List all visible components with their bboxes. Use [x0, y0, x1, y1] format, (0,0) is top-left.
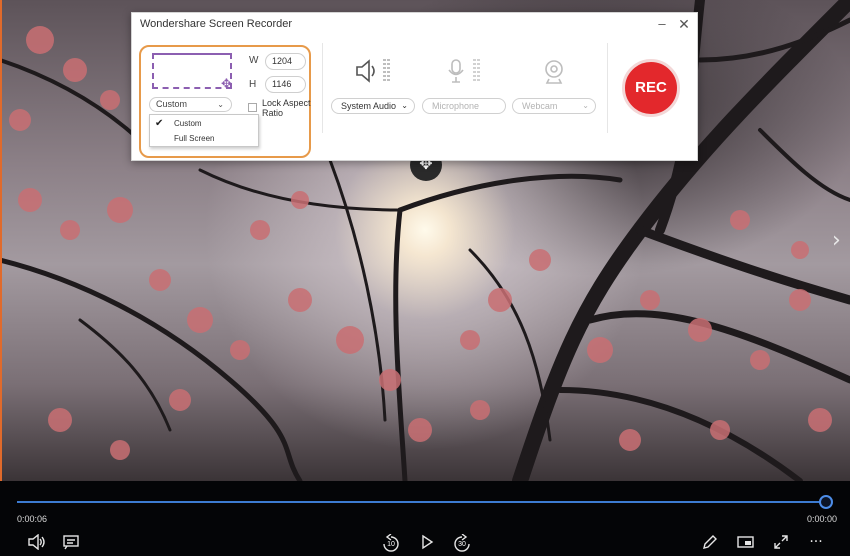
- microphone-icon[interactable]: [444, 57, 484, 85]
- menu-item-label: Full Screen: [174, 134, 215, 143]
- player-bar: 0:00:06 0:00:00 10 30 ···: [0, 481, 850, 556]
- microphone-label: Microphone: [432, 101, 480, 111]
- remaining-time: 0:00:00: [807, 514, 838, 524]
- microphone-select[interactable]: Microphone: [422, 98, 506, 114]
- title-bar: Wondershare Screen Recorder – ✕: [132, 13, 697, 37]
- webcam-icon[interactable]: [542, 57, 582, 85]
- height-field[interactable]: 1146: [265, 76, 306, 93]
- window-title: Wondershare Screen Recorder: [140, 18, 293, 30]
- pencil-icon[interactable]: [702, 534, 718, 550]
- divider: [322, 43, 323, 133]
- height-label: H: [249, 79, 257, 90]
- menu-item-label: Custom: [174, 119, 202, 128]
- chevron-down-icon: ⌄: [217, 100, 224, 109]
- left-edge-accent: [0, 0, 2, 481]
- menu-item-custom[interactable]: ✔ Custom: [150, 116, 258, 131]
- system-audio-label: System Audio: [341, 101, 397, 111]
- picture-in-picture-icon[interactable]: [737, 534, 754, 550]
- minimize-icon[interactable]: –: [654, 16, 670, 32]
- skip-forward-seconds: 30: [458, 541, 466, 548]
- fullscreen-icon[interactable]: [773, 534, 789, 550]
- lock-aspect-label: Lock Aspect Ratio: [262, 98, 311, 118]
- capture-mode-select[interactable]: Custom ⌄: [149, 97, 232, 112]
- captions-icon[interactable]: [62, 534, 80, 550]
- width-label: W: [249, 55, 259, 66]
- progress-bar[interactable]: [17, 501, 827, 503]
- capture-mode-value: Custom: [156, 99, 188, 109]
- capture-mode-menu: ✔ Custom Full Screen: [149, 114, 259, 147]
- skip-back-seconds: 10: [387, 541, 395, 548]
- chevron-down-icon: ⌄: [401, 101, 408, 110]
- skip-back-button[interactable]: 10: [382, 533, 400, 554]
- progress-thumb[interactable]: [819, 495, 833, 509]
- recorder-window: Wondershare Screen Recorder – ✕ ✥ W 1204…: [131, 12, 698, 161]
- chevron-right-icon[interactable]: ›: [832, 228, 841, 253]
- region-preview[interactable]: [152, 53, 232, 89]
- lock-aspect-checkbox[interactable]: [248, 103, 257, 112]
- checkmark-icon: ✔: [155, 118, 164, 129]
- speaker-icon[interactable]: [354, 57, 394, 85]
- record-button[interactable]: REC: [622, 59, 680, 117]
- width-field[interactable]: 1204: [265, 53, 306, 70]
- volume-icon[interactable]: [27, 534, 45, 550]
- close-icon[interactable]: ✕: [676, 16, 692, 32]
- chevron-down-icon: ⌄: [582, 101, 589, 110]
- webcam-label: Webcam: [522, 101, 558, 111]
- skip-forward-button[interactable]: 30: [453, 533, 471, 554]
- move-region-icon[interactable]: ✥: [221, 77, 232, 90]
- divider: [607, 43, 608, 133]
- play-icon[interactable]: [420, 534, 434, 550]
- webcam-select[interactable]: Webcam ⌄: [512, 98, 596, 114]
- system-audio-select[interactable]: System Audio ⌄: [331, 98, 415, 114]
- menu-item-full-screen[interactable]: Full Screen: [150, 131, 258, 146]
- elapsed-time: 0:00:06: [17, 514, 48, 524]
- more-icon[interactable]: ···: [808, 534, 824, 550]
